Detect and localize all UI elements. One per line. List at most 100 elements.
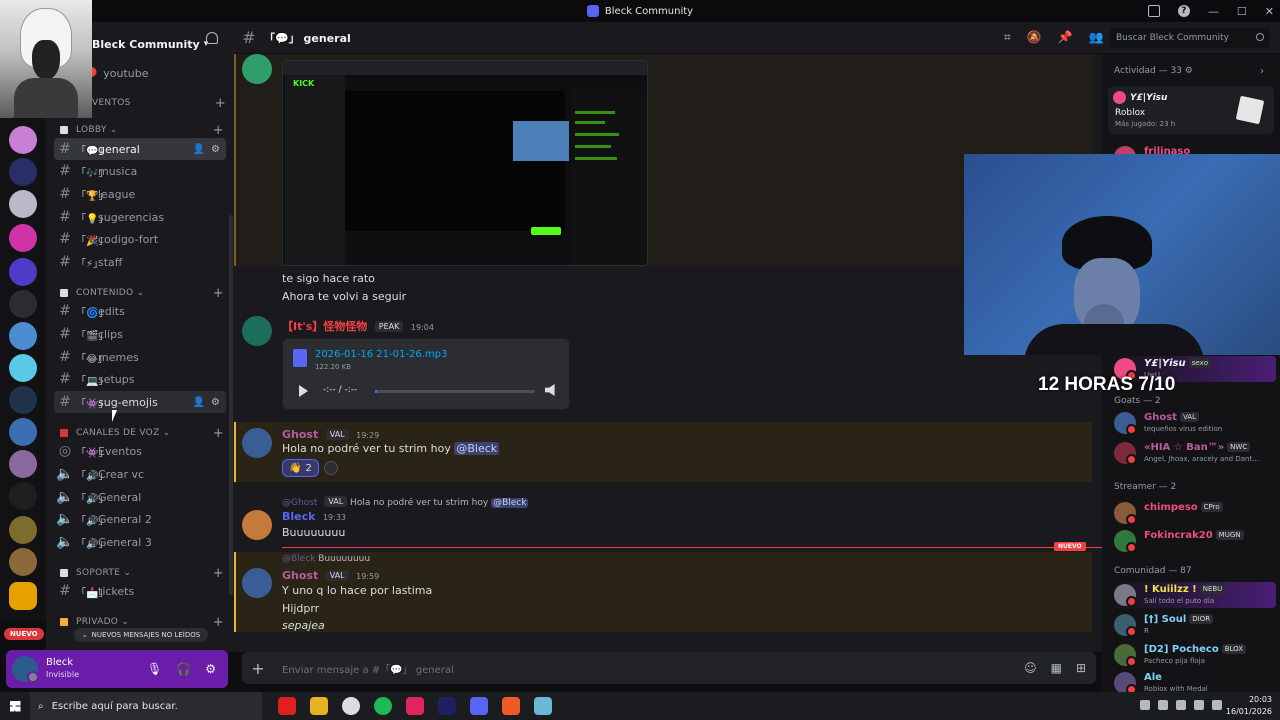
notepad-icon[interactable] <box>534 697 552 715</box>
voice-general-3[interactable]: 🔈 「🔊」 General 3 <box>54 531 226 553</box>
message-author[interactable]: Ghost <box>282 428 318 441</box>
message-author[interactable]: 【It's】怪物怪物 <box>282 320 367 333</box>
activity-card[interactable]: Y£|Yisu Roblox Más jugado: 23 h <box>1108 86 1274 134</box>
user-mention[interactable]: @Bleck <box>454 442 500 455</box>
channel-sug-emojis[interactable]: # 「👾」 sug-emojis 👤 ⚙ <box>54 391 226 413</box>
server-icon[interactable] <box>9 126 37 154</box>
server-icon[interactable] <box>9 322 37 350</box>
add-member-icon[interactable]: 👤 <box>193 397 205 408</box>
channel-general[interactable]: # 「💬」 general 👤 ⚙ <box>54 138 226 160</box>
category-eventos[interactable]: EVENTOS + <box>86 95 226 111</box>
add-channel-icon[interactable]: + <box>213 123 224 138</box>
channel-sugerencias[interactable]: # 「💡」 sugerencias <box>54 206 226 228</box>
member-item[interactable]: [D2] Pocheco BLOX Pacheco pija floja <box>1112 642 1276 668</box>
server-icon[interactable] <box>9 354 37 382</box>
user-panel[interactable]: Bleck Invisible 🎙 🎧 ⚙ <box>6 650 228 688</box>
add-channel-icon[interactable]: + <box>215 96 226 111</box>
new-servers-pill[interactable]: NUEVO <box>4 628 44 640</box>
sticker-icon[interactable]: ▦ <box>1051 661 1062 675</box>
headphones-icon[interactable]: 🎧 <box>176 662 191 676</box>
help-icon[interactable]: ? <box>1177 5 1190 17</box>
channel-memes[interactable]: # 「😂」 memes <box>54 346 226 368</box>
members-list-icon[interactable]: 👥 <box>1089 30 1104 45</box>
mute-bell-icon[interactable]: 🔕 <box>1027 30 1042 45</box>
voice-general[interactable]: 🔈 「🔊」 General <box>54 486 226 508</box>
chevron-right-icon[interactable]: › <box>1260 66 1264 77</box>
member-item[interactable]: ! Kuiilzz ! NEBU Salí todo el puto día <box>1112 582 1276 608</box>
maximize-button[interactable]: ☐ <box>1237 5 1247 18</box>
gear-icon[interactable]: ⚙ <box>211 144 220 155</box>
channel-league[interactable]: # 「🏆」 league <box>54 183 226 205</box>
server-icon[interactable] <box>9 516 37 544</box>
message-composer[interactable]: + Enviar mensaje a #「💬」 general ☺ ▦ ⊞ <box>242 652 1096 684</box>
windows-start-icon[interactable] <box>0 692 30 720</box>
add-member-icon[interactable]: 👤 <box>193 144 205 155</box>
avatar[interactable] <box>242 568 272 598</box>
reply-reference[interactable]: @Ghost VAL Hola no podré ver tu strim ho… <box>282 496 529 508</box>
message-author[interactable]: Ghost <box>282 569 318 582</box>
reaction-button[interactable]: 👋 2 <box>282 459 319 477</box>
play-icon[interactable] <box>299 385 308 397</box>
chrome-icon[interactable] <box>342 697 360 715</box>
search-input[interactable]: Buscar Bleck Community <box>1110 28 1270 48</box>
server-icon[interactable] <box>9 224 37 252</box>
avatar[interactable] <box>242 316 272 346</box>
server-icon[interactable] <box>9 290 37 318</box>
tray-icon[interactable] <box>1158 700 1168 710</box>
premiere-icon[interactable] <box>438 697 456 715</box>
add-channel-icon[interactable]: + <box>213 566 224 581</box>
category-lobby[interactable]: LOBBY ⌄ + <box>60 122 224 138</box>
voice-general-2[interactable]: 🔈 「🔊」 General 2 <box>54 508 226 530</box>
tray-icon[interactable] <box>1140 700 1150 710</box>
inbox-icon[interactable] <box>1147 5 1160 17</box>
category-soporte[interactable]: SOPORTE ⌄ + <box>60 565 224 581</box>
discord-icon[interactable] <box>470 697 488 715</box>
file-name-link[interactable]: 2026-01-16 21-01-26.mp3 <box>315 349 447 360</box>
file-explorer-icon[interactable] <box>310 697 328 715</box>
category-canales-de-voz[interactable]: CANALES DE VOZ ⌄ + <box>60 425 224 441</box>
emoji-icon[interactable]: ☺ <box>1024 661 1037 675</box>
pin-icon[interactable]: 📌 <box>1058 30 1073 45</box>
folder-icon[interactable] <box>9 582 37 610</box>
volume-icon[interactable] <box>1212 700 1222 710</box>
spotify-icon[interactable] <box>374 697 392 715</box>
channel-setups[interactable]: # 「💻」 setups <box>54 368 226 390</box>
avatar[interactable] <box>242 428 272 458</box>
minimize-button[interactable]: — <box>1208 5 1219 18</box>
server-icon[interactable] <box>9 482 37 510</box>
new-unread-messages-bar[interactable]: ⌄ NUEVOS MENSAJES NO LEÍDOS <box>74 628 208 642</box>
brave-icon[interactable] <box>502 697 520 715</box>
tray-icon[interactable] <box>1176 700 1186 710</box>
server-icon[interactable] <box>9 158 37 186</box>
category-contenido[interactable]: CONTENIDO ⌄ + <box>60 285 224 301</box>
sidebar-scrollbar[interactable] <box>229 215 233 595</box>
taskbar-search[interactable]: ⌕ Escribe aquí para buscar. <box>30 692 262 720</box>
youtube-icon[interactable] <box>278 697 296 715</box>
member-item[interactable]: [†] Soul DIOR R <box>1112 612 1276 638</box>
member-item[interactable]: chimpeso CPro <box>1112 500 1276 526</box>
avatar[interactable] <box>242 54 272 84</box>
channel-musica[interactable]: # 「🎶」 musica <box>54 160 226 182</box>
audio-progress[interactable] <box>375 390 535 393</box>
message-author[interactable]: Bleck <box>282 510 315 523</box>
member-item[interactable]: Ghost VAL tequeños virus edition <box>1112 410 1276 436</box>
reply-reference[interactable]: @Bleck Buuuuuuuu <box>282 554 370 564</box>
close-button[interactable]: ✕ <box>1265 5 1274 18</box>
apps-icon[interactable]: ⊞ <box>1076 661 1086 675</box>
voice-eventos[interactable]: ◎ 「👾」 Eventos <box>54 440 226 462</box>
add-attachment-icon[interactable]: + <box>242 659 274 678</box>
volume-icon[interactable] <box>545 384 555 396</box>
channel-clips[interactable]: # 「🎬」 clips <box>54 323 226 345</box>
add-reaction-icon[interactable] <box>324 461 338 475</box>
tray-icon[interactable] <box>1194 700 1204 710</box>
member-item[interactable]: Ale Roblox with Medal <box>1112 670 1276 695</box>
server-icon[interactable] <box>9 258 37 286</box>
server-icon[interactable] <box>9 386 37 414</box>
add-channel-icon[interactable]: + <box>213 286 224 301</box>
channel-staff[interactable]: # 「⚡」 staff <box>54 251 226 273</box>
gear-icon[interactable]: ⚙ <box>211 397 220 408</box>
channel-edits[interactable]: # 「🌀」 edits <box>54 300 226 322</box>
add-channel-icon[interactable]: + <box>213 426 224 441</box>
channel-codigo-fort[interactable]: # 「🎉」 codigo-fort <box>54 228 226 250</box>
server-icon[interactable] <box>9 548 37 576</box>
